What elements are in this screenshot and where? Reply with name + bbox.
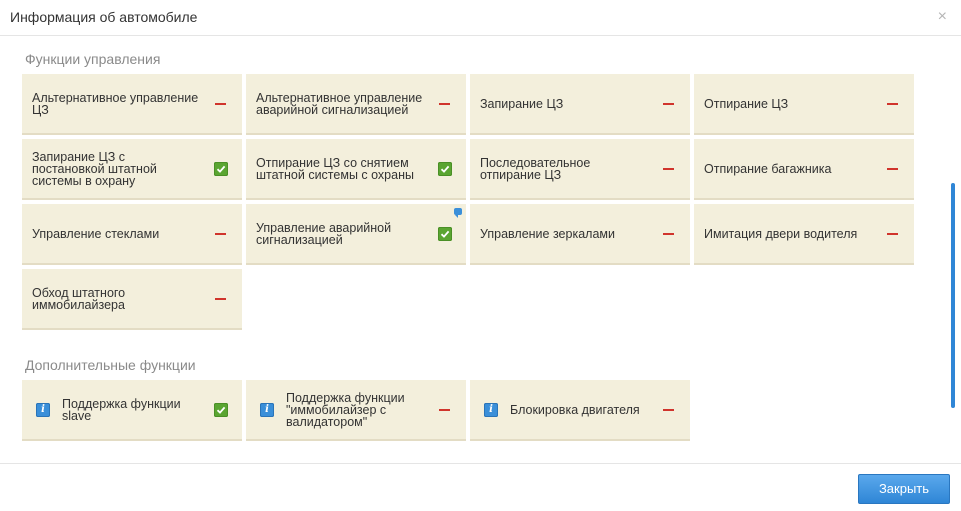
feature-card: Запирание ЦЗ <box>470 74 690 135</box>
feature-label: Поддержка функции slave <box>62 396 181 423</box>
feature-card: Альтернативное управление аварийной сигн… <box>246 74 466 135</box>
feature-card: Управление стеклами <box>22 204 242 265</box>
info-icon[interactable]: i <box>484 402 498 417</box>
feature-card: Альтернативное управление ЦЗ <box>22 74 242 135</box>
feature-card: Отпирание ЦЗ со снятием штатной системы … <box>246 139 466 200</box>
minus-icon <box>662 162 676 176</box>
comment-icon[interactable] <box>454 208 462 218</box>
feature-card: Обход штатного иммобилайзера <box>22 269 242 330</box>
feature-label: Отпирание багажника <box>704 161 832 176</box>
feature-label: Имитация двери водителя <box>704 226 858 241</box>
feature-card: Последовательное отпирание ЦЗ <box>470 139 690 200</box>
minus-icon <box>662 227 676 241</box>
feature-label: Поддержка функции "иммобилайзер с валида… <box>286 390 405 429</box>
checkmark-icon <box>214 402 228 417</box>
close-icon[interactable]: × <box>938 8 947 26</box>
feature-card: Управление аварийной сигнализацией <box>246 204 466 265</box>
feature-label: Отпирание ЦЗ <box>704 96 789 111</box>
feature-label: Блокировка двигателя <box>510 402 640 417</box>
feature-card: Управление зеркалами <box>470 204 690 265</box>
feature-card: Отпирание ЦЗ <box>694 74 914 135</box>
car-info-dialog: Информация об автомобиле × Функции управ… <box>0 0 961 511</box>
minus-icon <box>662 403 676 417</box>
feature-label: Альтернативное управление аварийной сигн… <box>256 90 423 117</box>
minus-icon <box>886 97 900 111</box>
close-button[interactable]: Закрыть <box>858 474 950 504</box>
feature-card: i Блокировка двигателя <box>470 380 690 441</box>
minus-icon <box>886 162 900 176</box>
checkmark-icon <box>438 161 452 176</box>
minus-icon <box>886 227 900 241</box>
checkmark-icon <box>214 161 228 176</box>
feature-label: Управление стеклами <box>32 226 160 241</box>
scrollbar-thumb[interactable] <box>951 183 955 408</box>
feature-label: Управление аварийной сигнализацией <box>256 220 392 247</box>
dialog-footer: Закрыть <box>0 463 961 511</box>
feature-label: Отпирание ЦЗ со снятием штатной системы … <box>256 155 414 182</box>
info-icon[interactable]: i <box>260 402 274 417</box>
section-title-control: Функции управления <box>25 51 161 67</box>
dialog-title: Информация об автомобиле <box>10 9 198 25</box>
minus-icon <box>662 97 676 111</box>
feature-label: Запирание ЦЗ с постановкой штатной систе… <box>32 149 157 188</box>
feature-label: Управление зеркалами <box>480 226 615 241</box>
section-title-extra: Дополнительные функции <box>25 357 196 373</box>
feature-card: i Поддержка функции slave <box>22 380 242 441</box>
minus-icon <box>438 403 452 417</box>
feature-label: Запирание ЦЗ <box>480 96 564 111</box>
minus-icon <box>214 292 228 306</box>
feature-card: i Поддержка функции "иммобилайзер с валид… <box>246 380 466 441</box>
dialog-body: Функции управления Альтернативное управл… <box>0 36 961 463</box>
feature-card: Запирание ЦЗ с постановкой штатной систе… <box>22 139 242 200</box>
minus-icon <box>438 97 452 111</box>
feature-label: Обход штатного иммобилайзера <box>32 285 126 312</box>
minus-icon <box>214 227 228 241</box>
minus-icon <box>214 97 228 111</box>
feature-label: Последовательное отпирание ЦЗ <box>480 155 591 182</box>
dialog-header: Информация об автомобиле × <box>0 0 961 36</box>
feature-card: Имитация двери водителя <box>694 204 914 265</box>
info-icon[interactable]: i <box>36 402 50 417</box>
feature-label: Альтернативное управление ЦЗ <box>32 90 199 117</box>
checkmark-icon <box>438 226 452 241</box>
feature-card: Отпирание багажника <box>694 139 914 200</box>
